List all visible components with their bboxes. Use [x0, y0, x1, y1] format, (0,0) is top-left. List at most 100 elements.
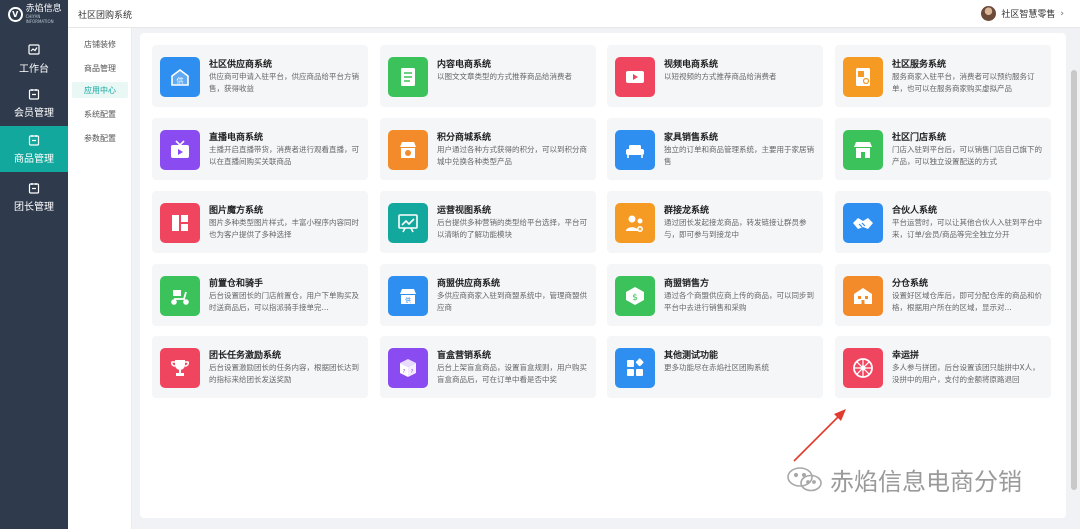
app-description: 后台设置激励团长的任务内容，根据团长达到的指标来给团长发送奖励 [209, 363, 359, 384]
nav-item-dashboard[interactable]: 工作台 [0, 36, 68, 82]
app-description: 通过各个商盟供应商上传的商品，可以同步到平台中去进行销售和采购 [664, 291, 814, 312]
app-title: 前置仓和骑手 [209, 279, 264, 289]
app-title: 家具销售系统 [664, 133, 719, 143]
app-title: 积分商城系统 [437, 133, 492, 143]
submenu-goods-management[interactable]: 商品管理 [72, 60, 128, 76]
app-card[interactable]: 社区门店系统 门店入驻到平台后，可以销售门店自己旗下的产品，可以独立设置配送的方式 [835, 118, 1051, 180]
app-description: 以短视频的方式推荐商品给消费者 [664, 72, 777, 81]
app-card[interactable]: 内容电商系统 以图文文章类型的方式推荐商品给消费者 [380, 45, 596, 107]
member-icon [28, 88, 40, 100]
scrollbar[interactable] [1071, 70, 1077, 490]
app-title: 分仓系统 [892, 279, 929, 289]
goods-icon [28, 134, 40, 146]
nav-label: 商品管理 [14, 153, 54, 165]
app-description: 图片多种类型图片样式，丰富小程序内容同时也为客户提供了多种选择 [209, 218, 359, 239]
image-cube-icon [172, 215, 188, 231]
app-card[interactable]: 家具销售系统独立的订单和商品管理系统，主要用于家居销售 [607, 118, 823, 180]
app-card[interactable]: 供 社区供应商系统 供应商可申请入驻平台，供应商品给平台方销售，获得收益 [152, 45, 368, 107]
nav-label: 工作台 [19, 63, 49, 75]
watermark-text: 赤焰信息电商分销 [830, 468, 1022, 496]
app-card[interactable]: 其他测试功能 更多功能尽在赤焰社区团购系统 [607, 336, 823, 398]
app-card[interactable]: 幸运拼 多人参与拼团，后台设置该团只能拼中X人，没拼中的用户，支付的金额将原路退回 [835, 336, 1051, 398]
submenu-parameter-config[interactable]: 参数配置 [72, 130, 128, 146]
submenu-store-decoration[interactable]: 店铺装修 [72, 36, 128, 52]
blind-box-icon: ?? [400, 359, 416, 377]
app-title: 商盟供应商系统 [437, 279, 501, 289]
app-description: 后台提供多种营销的类型给平台选择，平台可以清晰的了解功能模块 [437, 218, 587, 239]
app-icon-tile [160, 276, 200, 316]
submenu-app-center[interactable]: 应用中心 [72, 82, 128, 98]
svg-text:?: ? [411, 369, 414, 375]
app-card[interactable]: 团长任务激励系统后台设置激励团长的任务内容，根据团长达到的指标来给团长发送奖励 [152, 336, 368, 398]
app-icon-tile [160, 130, 200, 170]
app-icon-tile [388, 57, 428, 97]
points-store-icon [400, 142, 416, 158]
app-icon-tile: 供 [388, 276, 428, 316]
app-card[interactable]: 群接龙系统通过团长发起接龙商品，转发链接让群员参与，即可参与到接龙中 [607, 191, 823, 253]
app-title: 运营视图系统 [437, 206, 492, 216]
service-icon [856, 68, 870, 86]
leader-icon [28, 182, 40, 194]
app-title: 直播电商系统 [209, 133, 264, 143]
user-name[interactable]: 社区智慧零售 [1001, 7, 1055, 20]
app-icon-tile [615, 130, 655, 170]
app-card[interactable]: 前置仓和骑手后台设置团长的门店前置仓，用户下单购买及时送商品后，可以指派骑手接单… [152, 264, 368, 326]
nav-item-goods[interactable]: 商品管理 [0, 126, 68, 172]
app-icon-tile [843, 276, 883, 316]
app-card[interactable]: $ 商盟销售方 通过各个商盟供应商上传的商品，可以同步到平台中去进行销售和采购 [607, 264, 823, 326]
app-card[interactable]: 图片魔方系统 图片多种类型图片样式，丰富小程序内容同时也为客户提供了多种选择 [152, 191, 368, 253]
app-card[interactable]: 积分商城系统 用户通过各种方式获得的积分，可以到积分商城中兑换各种类型产品 [380, 118, 596, 180]
nav-item-members[interactable]: 会员管理 [0, 80, 68, 126]
svg-text:?: ? [403, 369, 406, 375]
app-title: 其他测试功能 [664, 351, 719, 361]
app-card[interactable]: 社区服务系统 服务商家入驻平台，消费者可以预约服务订单，也可以在服务商家购买虚拟产… [835, 45, 1051, 107]
logo-subtext: CHIYAN INFORMATION [25, 14, 54, 24]
scooter-icon [171, 290, 189, 305]
app-description: 门店入驻到平台后，可以销售门店自己旗下的产品，可以独立设置配送的方式 [892, 145, 1042, 166]
sofa-icon [626, 145, 644, 158]
app-card[interactable]: 分仓系统 设置好区域仓库后，即可分配仓库的商品和价格，根据用户所在的区域，显示对.… [835, 264, 1051, 326]
app-card[interactable]: 合伙人系统 平台运营时，可以让其他合伙人入驻到平台中来，订单/会员/商品等完全独立… [835, 191, 1051, 253]
chevron-right-icon[interactable]: › [1060, 9, 1064, 19]
app-title: 社区服务系统 [892, 60, 947, 70]
alliance-sales-icon: $ [626, 287, 644, 305]
alliance-supplier-icon: 供 [400, 289, 416, 305]
app-title: 群接龙系统 [664, 206, 710, 216]
top-bar: 社区团购系统 社区智慧零售 › [68, 0, 1080, 28]
trophy-icon [171, 360, 189, 376]
avatar[interactable] [981, 6, 997, 21]
app-description: 独立的订单和商品管理系统，主要用于家居销售 [664, 145, 814, 166]
dashboard-icon [28, 43, 40, 55]
submenu-system-config[interactable]: 系统配置 [72, 106, 128, 122]
app-icon-tile [843, 203, 883, 243]
apps-icon [627, 358, 644, 376]
app-title: 团长任务激励系统 [209, 351, 282, 361]
app-card[interactable]: 供 商盟供应商系统多供应商商家入驻到商盟系统中，管理商盟供应商 [380, 264, 596, 326]
logo: V 赤焰信息 CHIYAN INFORMATION [0, 0, 68, 28]
nav-item-leaders[interactable]: 团长管理 [0, 174, 68, 220]
handshake-icon [853, 218, 873, 229]
supplier-icon: 供 [171, 69, 189, 86]
app-title: 盲盒营销系统 [437, 351, 492, 361]
app-icon-tile [843, 57, 883, 97]
main-sidebar: V 赤焰信息 CHIYAN INFORMATION 工作台 会员管理 商品管理 … [0, 0, 68, 529]
app-icon-tile [388, 130, 428, 170]
app-icon-tile [388, 203, 428, 243]
warehouse-icon [854, 288, 872, 304]
app-icon-tile [615, 57, 655, 97]
group-icon [626, 215, 643, 232]
svg-text:供: 供 [177, 76, 184, 85]
app-icon-tile [843, 348, 883, 388]
app-description: 主播开启直播带货，消费者进行观看直播，可以在直播间购买关联商品 [209, 145, 359, 166]
user-menu[interactable]: 社区智慧零售 › [981, 6, 1064, 21]
app-description: 多供应商商家入驻到商盟系统中，管理商盟供应商 [437, 291, 587, 312]
app-card[interactable]: 运营视图系统后台提供多种营销的类型给平台选择，平台可以清晰的了解功能模块 [380, 191, 596, 253]
secondary-menu: 店铺装修 商品管理 应用中心 系统配置 参数配置 [68, 28, 132, 529]
app-card[interactable]: 直播电商系统主播开启直播带货，消费者进行观看直播，可以在直播间购买关联商品 [152, 118, 368, 180]
app-description: 平台运营时，可以让其他合伙人入驻到平台中来，订单/会员/商品等完全独立分开 [892, 218, 1042, 239]
app-icon-tile: 供 [160, 57, 200, 97]
app-card[interactable]: 视频电商系统 以短视频的方式推荐商品给消费者 [607, 45, 823, 107]
app-card[interactable]: ?? 盲盒营销系统 后台上架盲盒商品，设置盲盒规则，用户购买盲盒商品后，可在订单中看… [380, 336, 596, 398]
app-description: 后台设置团长的门店前置仓，用户下单购买及时送商品后，可以指派骑手接单完... [209, 291, 359, 312]
app-description: 通过团长发起接龙商品，转发链接让群员参与，即可参与到接龙中 [664, 218, 807, 239]
